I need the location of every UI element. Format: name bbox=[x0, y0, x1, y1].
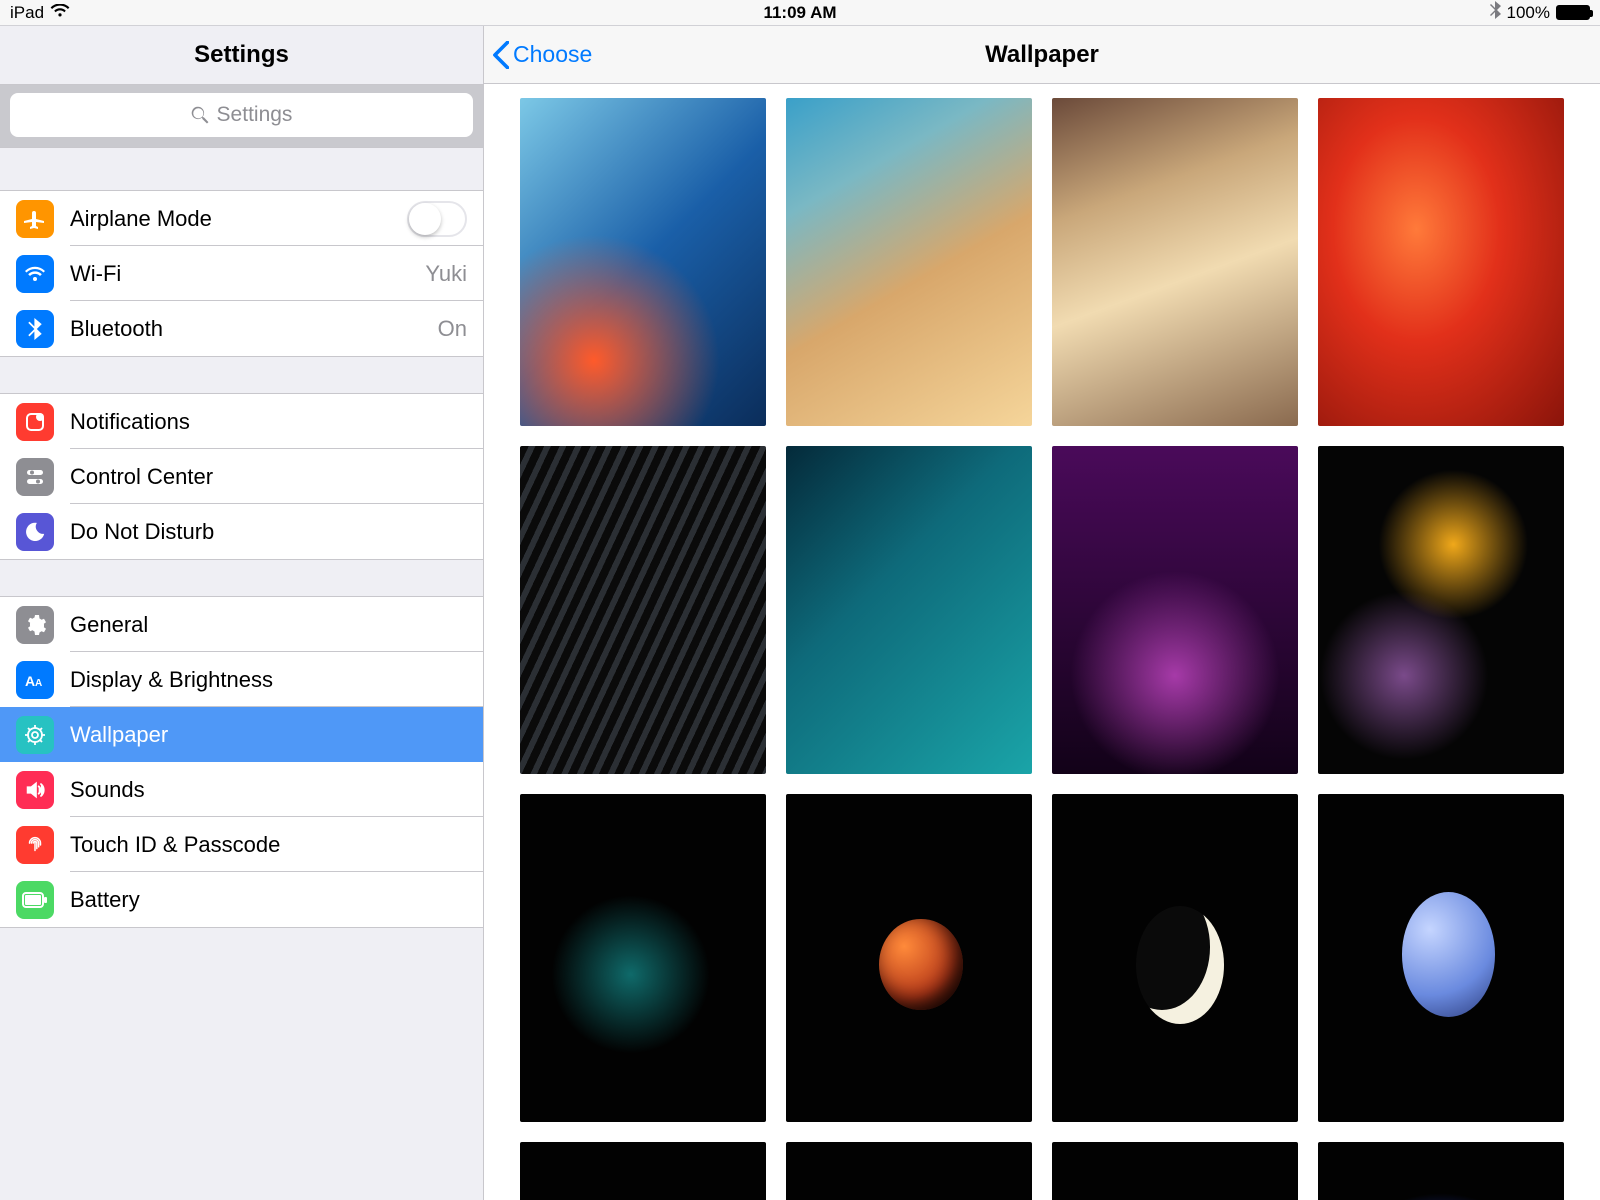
sidebar-item-label: Do Not Disturb bbox=[70, 519, 467, 545]
wallpaper-thumb-abstract-teal-sand[interactable] bbox=[786, 98, 1032, 426]
settings-sidebar: Settings Settings Airplane Mode Wi-FiYuki… bbox=[0, 26, 484, 1200]
sidebar-item-value: On bbox=[438, 316, 467, 342]
bluetooth-icon bbox=[16, 310, 54, 348]
sidebar-item-label: Touch ID & Passcode bbox=[70, 832, 467, 858]
sidebar-item-notifications[interactable]: Notifications bbox=[0, 394, 483, 449]
sidebar-title: Settings bbox=[194, 41, 289, 69]
wallpaper-thumb-mars-planet[interactable] bbox=[786, 794, 1032, 1122]
notifications-icon bbox=[16, 403, 54, 441]
gear-icon bbox=[16, 606, 54, 644]
sidebar-item-label: Bluetooth bbox=[70, 316, 438, 342]
chevron-left-icon bbox=[492, 41, 509, 69]
search-placeholder: Settings bbox=[217, 103, 293, 127]
battery-pct: 100% bbox=[1507, 3, 1550, 23]
wallpaper-thumb-teal-feathers[interactable] bbox=[786, 446, 1032, 774]
sidebar-item-label: Battery bbox=[70, 887, 467, 913]
sidebar-item-label: Wallpaper bbox=[70, 722, 467, 748]
control-center-icon bbox=[16, 458, 54, 496]
airplane-icon bbox=[16, 200, 54, 238]
sidebar-item-touchid[interactable]: Touch ID & Passcode bbox=[0, 817, 483, 872]
wallpaper-thumb-purple-feather[interactable] bbox=[1052, 446, 1298, 774]
sidebar-item-battery[interactable]: Battery bbox=[0, 872, 483, 927]
wallpaper-thumb-dark-leaf[interactable] bbox=[520, 794, 766, 1122]
wallpaper-thumb-dark-wing[interactable] bbox=[520, 446, 766, 774]
svg-text:A: A bbox=[25, 673, 35, 689]
sidebar-item-airplane[interactable]: Airplane Mode bbox=[0, 191, 483, 246]
sidebar-item-label: Display & Brightness bbox=[70, 667, 467, 693]
sidebar-item-value: Yuki bbox=[425, 261, 467, 287]
status-bar: iPad 11:09 AM 100% bbox=[0, 0, 1600, 26]
sidebar-item-label: Sounds bbox=[70, 777, 467, 803]
sidebar-item-label: Wi-Fi bbox=[70, 261, 425, 287]
sidebar-item-display[interactable]: AA Display & Brightness bbox=[0, 652, 483, 707]
sidebar-item-label: Control Center bbox=[70, 464, 467, 490]
back-button[interactable]: Choose bbox=[492, 41, 592, 69]
battery-icon bbox=[1556, 5, 1590, 20]
device-label: iPad bbox=[10, 3, 44, 23]
wallpaper-panel: Choose Wallpaper bbox=[484, 26, 1600, 1200]
back-label: Choose bbox=[513, 41, 592, 68]
sidebar-item-wifi[interactable]: Wi-FiYuki bbox=[0, 246, 483, 301]
bluetooth-status-icon bbox=[1490, 1, 1501, 24]
sidebar-item-wallpaper[interactable]: Wallpaper bbox=[0, 707, 483, 762]
wallpaper-grid bbox=[520, 98, 1564, 1200]
sidebar-item-label: Notifications bbox=[70, 409, 467, 435]
wallpaper-thumb-neptune-planet[interactable] bbox=[1318, 794, 1564, 1122]
wallpaper-icon bbox=[16, 716, 54, 754]
toggle-airplane[interactable] bbox=[407, 201, 467, 237]
sidebar-item-label: Airplane Mode bbox=[70, 206, 407, 232]
sidebar-item-sounds[interactable]: Sounds bbox=[0, 762, 483, 817]
text-size-icon: AA bbox=[16, 661, 54, 699]
wallpaper-thumb-ink-burst-rainbow[interactable] bbox=[786, 1142, 1032, 1200]
wallpaper-thumb-ink-burst-green[interactable] bbox=[1052, 1142, 1298, 1200]
wifi-status-icon bbox=[50, 3, 70, 23]
content-navbar: Choose Wallpaper bbox=[484, 26, 1600, 84]
fingerprint-icon bbox=[16, 826, 54, 864]
wallpaper-thumb-yellow-flowers-dark[interactable] bbox=[1318, 446, 1564, 774]
sidebar-item-control-center[interactable]: Control Center bbox=[0, 449, 483, 504]
search-input[interactable]: Settings bbox=[10, 93, 473, 137]
wallpaper-thumb-abstract-blue-orange[interactable] bbox=[520, 98, 766, 426]
wallpaper-thumb-crescent-moon[interactable] bbox=[1052, 794, 1298, 1122]
svg-text:A: A bbox=[35, 678, 42, 689]
wifi-icon bbox=[16, 255, 54, 293]
wallpaper-thumb-ink-burst-pink[interactable] bbox=[520, 1142, 766, 1200]
status-time: 11:09 AM bbox=[763, 3, 836, 23]
sidebar-item-general[interactable]: General bbox=[0, 597, 483, 652]
sidebar-item-bluetooth[interactable]: BluetoothOn bbox=[0, 301, 483, 356]
wallpaper-thumb-red-feathers[interactable] bbox=[1318, 98, 1564, 426]
speaker-icon bbox=[16, 771, 54, 809]
search-icon bbox=[191, 106, 209, 124]
sidebar-navbar: Settings bbox=[0, 26, 483, 84]
battery-icon bbox=[16, 881, 54, 919]
sidebar-item-dnd[interactable]: Do Not Disturb bbox=[0, 504, 483, 559]
content-title: Wallpaper bbox=[985, 41, 1099, 69]
wallpaper-thumb-desert-dunes[interactable] bbox=[1052, 98, 1298, 426]
wallpaper-thumb-blue-sphere[interactable] bbox=[1318, 1142, 1564, 1200]
sidebar-item-label: General bbox=[70, 612, 467, 638]
moon-icon bbox=[16, 513, 54, 551]
